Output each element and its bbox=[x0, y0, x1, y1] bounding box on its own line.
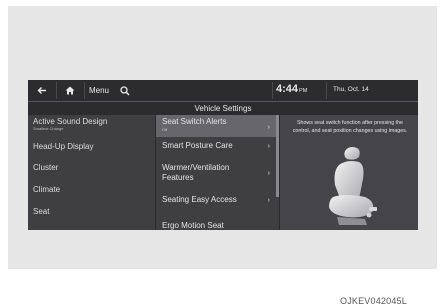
clock: 4:44PM bbox=[276, 83, 307, 95]
top-bar: Menu 4:44PM Thu, Oct. 14 bbox=[28, 80, 418, 101]
infotainment-screen: Menu 4:44PM Thu, Oct. 14 Vehicle Setting… bbox=[28, 80, 418, 230]
chevron-right-icon: › bbox=[267, 197, 270, 204]
list-item-label: Warmer/Ventilation Features bbox=[162, 163, 230, 182]
left-menu-item-label: Active Sound Design bbox=[33, 117, 108, 126]
list-item-label: Seat Switch Alerts bbox=[162, 117, 227, 126]
date: Thu, Oct. 14 bbox=[333, 86, 369, 93]
left-menu: Active Sound Design Smallest Change Head… bbox=[28, 115, 154, 230]
clock-time: 4:44 bbox=[276, 83, 299, 95]
list-item-label: Seating Easy Access bbox=[162, 195, 237, 204]
left-menu-item-climate[interactable]: Climate bbox=[28, 185, 154, 194]
chevron-right-icon: › bbox=[267, 170, 270, 177]
left-menu-item-label: Seat bbox=[33, 207, 50, 216]
description-panel: Shows seat switch function after pressin… bbox=[280, 115, 418, 230]
search-button[interactable] bbox=[114, 82, 136, 99]
list-item-seating-easy-access[interactable]: Seating Easy Access › bbox=[156, 195, 276, 211]
list-item-warmer-ventilation[interactable]: Warmer/Ventilation Features › bbox=[156, 163, 276, 187]
seat-icon bbox=[329, 147, 377, 225]
left-menu-item-sub: Smallest Change bbox=[33, 126, 64, 131]
description-text: Shows seat switch function after pressin… bbox=[292, 120, 408, 134]
left-menu-item-label: Cluster bbox=[33, 163, 59, 172]
left-menu-item-cluster[interactable]: Cluster bbox=[28, 163, 154, 172]
page-title: Vehicle Settings bbox=[28, 101, 418, 115]
left-menu-item-active-sound-design[interactable]: Active Sound Design Smallest Change bbox=[28, 117, 154, 131]
menu-button[interactable]: Menu bbox=[84, 82, 114, 99]
list-item-seat-switch-alerts[interactable]: Seat Switch Alerts Off › bbox=[156, 115, 276, 137]
search-icon bbox=[120, 85, 130, 95]
menu-label: Menu bbox=[88, 86, 109, 95]
list-item-label: Ergo Motion Seat bbox=[162, 221, 224, 230]
home-icon bbox=[65, 86, 75, 95]
left-menu-item-seat[interactable]: Seat bbox=[28, 207, 154, 216]
list-item-sub: Off bbox=[162, 127, 168, 132]
left-menu-item-label: Climate bbox=[33, 185, 61, 194]
list-item-ergo-motion-seat[interactable]: Ergo Motion Seat bbox=[156, 221, 276, 230]
back-arrow-icon bbox=[37, 87, 46, 94]
back-button[interactable] bbox=[28, 82, 57, 99]
chevron-right-icon: › bbox=[267, 124, 270, 131]
divider bbox=[326, 82, 327, 99]
home-button[interactable] bbox=[56, 82, 85, 99]
left-menu-item-label: Head-Up Display bbox=[33, 142, 94, 151]
chevron-right-icon: › bbox=[267, 143, 270, 150]
left-menu-item-head-up-display[interactable]: Head-Up Display bbox=[28, 142, 154, 151]
divider bbox=[272, 82, 273, 99]
seat-settings-list: Seat Switch Alerts Off › Smart Posture C… bbox=[156, 115, 276, 230]
list-item-label: Smart Posture Care bbox=[162, 141, 233, 150]
list-item-smart-posture-care[interactable]: Smart Posture Care › bbox=[156, 141, 276, 157]
clock-ampm: PM bbox=[299, 88, 308, 94]
